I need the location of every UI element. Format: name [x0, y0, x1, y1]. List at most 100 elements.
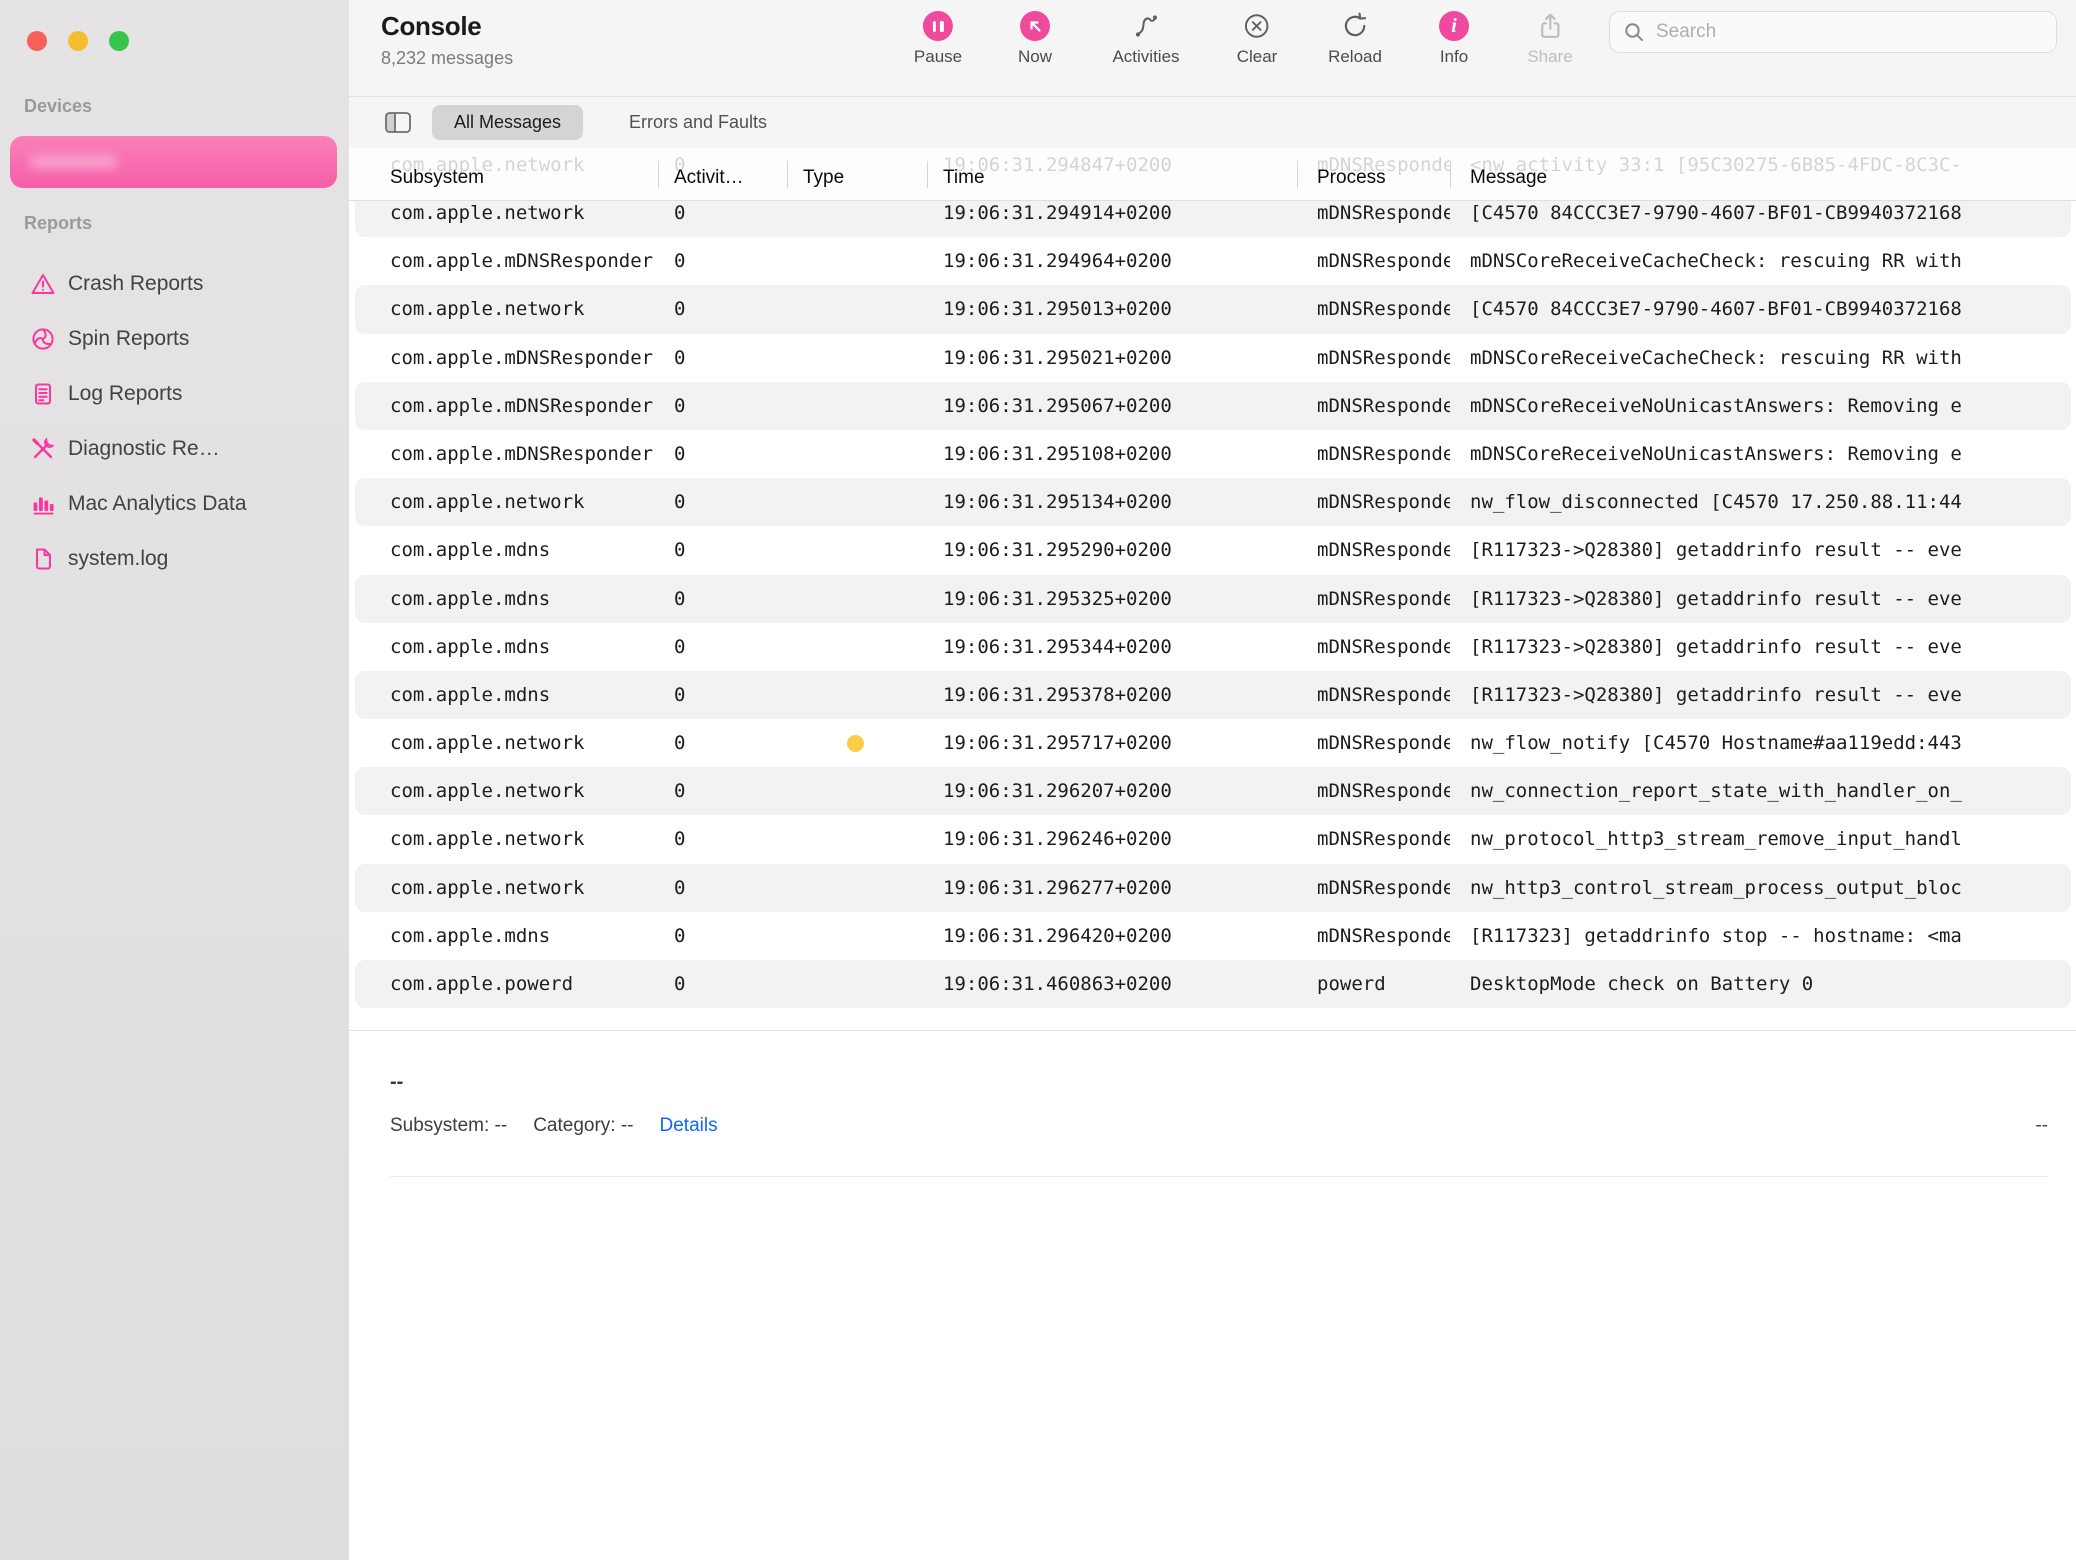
cell-message: [R117323->Q28380] getaddrinfo result -- …	[1450, 526, 2076, 574]
cell-process: mDNSResponder	[1297, 526, 1450, 574]
main-content: Console 8,232 messages Pause Now Activit…	[349, 0, 2076, 1560]
column-divider[interactable]	[787, 161, 788, 188]
cell-subsystem: com.apple.mDNSResponder	[349, 334, 658, 382]
spin-icon	[30, 326, 56, 352]
cell-subsystem: com.apple.mdns	[349, 912, 658, 960]
table-row[interactable]: com.apple.mdns019:06:31.295344+0200mDNSR…	[349, 623, 2076, 671]
reload-icon	[1341, 12, 1369, 40]
cell-process: mDNSResponder	[1297, 575, 1450, 623]
column-header-activity[interactable]: Activit…	[658, 162, 787, 194]
clear-button[interactable]: Clear	[1237, 10, 1278, 67]
cell-process: mDNSResponder	[1297, 430, 1450, 478]
log-document-icon	[30, 381, 56, 407]
sidebar-item-label: Diagnostic Re…	[68, 437, 220, 461]
info-button[interactable]: i Info	[1439, 10, 1469, 67]
details-link[interactable]: Details	[660, 1115, 718, 1137]
cell-activity: 0	[658, 526, 787, 574]
cell-type	[787, 719, 927, 767]
sidebar-item-log-reports[interactable]: Log Reports	[0, 366, 349, 421]
cell-message: mDNSCoreReceiveNoUnicastAnswers: Removin…	[1450, 382, 2076, 430]
cell-message: [C4570 84CCC3E7-9790-4607-BF01-CB9940372…	[1450, 285, 2076, 333]
minimize-window-button[interactable]	[68, 31, 88, 51]
column-header-type[interactable]: Type	[787, 162, 927, 194]
cell-activity: 0	[658, 623, 787, 671]
close-window-button[interactable]	[27, 31, 47, 51]
table-row[interactable]: com.apple.network019:06:31.295134+0200mD…	[349, 478, 2076, 526]
search-field[interactable]	[1609, 11, 2057, 53]
table-row[interactable]: com.apple.mDNSResponder019:06:31.295021+…	[349, 334, 2076, 382]
cell-process: powerd	[1297, 960, 1450, 1008]
column-divider[interactable]	[1450, 161, 1451, 188]
sidebar-item-diagnostic-re[interactable]: Diagnostic Re…	[0, 421, 349, 476]
cell-time: 19:06:31.296420+0200	[927, 912, 1297, 960]
share-button[interactable]: Share	[1527, 10, 1572, 67]
table-row[interactable]: com.apple.mdns019:06:31.295378+0200mDNSR…	[349, 671, 2076, 719]
message-count: 8,232 messages	[381, 48, 513, 69]
cell-message: [R117323->Q28380] getaddrinfo result -- …	[1450, 671, 2076, 719]
sidebar-toggle-button[interactable]	[384, 109, 412, 136]
cell-message: nw_protocol_http3_stream_remove_input_ha…	[1450, 815, 2076, 863]
table-row[interactable]: com.apple.network019:06:31.295013+0200mD…	[349, 285, 2076, 333]
table-row[interactable]: com.apple.network019:06:31.296207+0200mD…	[349, 767, 2076, 815]
clear-icon	[1243, 12, 1271, 40]
column-header-subsystem[interactable]: Subsystem	[349, 162, 658, 194]
sidebar-item-mac-analytics-data[interactable]: Mac Analytics Data	[0, 476, 349, 531]
sidebar-item-system-log[interactable]: system.log	[0, 531, 349, 586]
table-row[interactable]: com.apple.powerd019:06:31.460863+0200pow…	[349, 960, 2076, 1008]
cell-process: mDNSResponder	[1297, 719, 1450, 767]
cell-subsystem: com.apple.mdns	[349, 623, 658, 671]
cell-message: mDNSCoreReceiveCacheCheck: rescuing RR w…	[1450, 237, 2076, 285]
cell-activity: 0	[658, 575, 787, 623]
sidebar-item-crash-reports[interactable]: Crash Reports	[0, 256, 349, 311]
column-header-process[interactable]: Process	[1297, 162, 1450, 194]
log-table: com.apple.network019:06:31.294914+0200mD…	[349, 200, 2076, 1032]
table-row[interactable]: com.apple.mDNSResponder019:06:31.295067+…	[349, 382, 2076, 430]
reload-button[interactable]: Reload	[1328, 10, 1382, 67]
cell-process: mDNSResponder	[1297, 864, 1450, 912]
device-name-redacted: ●●●●●●●●	[30, 150, 115, 174]
cell-type	[787, 237, 927, 285]
table-row[interactable]: com.apple.mdns019:06:31.295290+0200mDNSR…	[349, 526, 2076, 574]
column-divider[interactable]	[658, 161, 659, 188]
table-row[interactable]: com.apple.mDNSResponder019:06:31.294964+…	[349, 237, 2076, 285]
cell-time: 19:06:31.295717+0200	[927, 719, 1297, 767]
cell-activity: 0	[658, 719, 787, 767]
table-row[interactable]: com.apple.mdns019:06:31.296420+0200mDNSR…	[349, 912, 2076, 960]
now-button[interactable]: Now	[1018, 10, 1052, 67]
table-row[interactable]: com.apple.network019:06:31.296246+0200mD…	[349, 815, 2076, 863]
table-row[interactable]: com.apple.network019:06:31.296277+0200mD…	[349, 864, 2076, 912]
tab-all-messages[interactable]: All Messages	[432, 105, 583, 140]
column-divider[interactable]	[1297, 161, 1298, 188]
cell-time: 19:06:31.296246+0200	[927, 815, 1297, 863]
sidebar-toggle-icon	[384, 109, 412, 136]
search-input[interactable]	[1654, 20, 2038, 44]
cell-activity: 0	[658, 864, 787, 912]
pause-button[interactable]: Pause	[914, 10, 962, 67]
cell-type	[787, 382, 927, 430]
sidebar-item-device-selected[interactable]: ●●●●●●●●	[10, 136, 337, 188]
table-row[interactable]: com.apple.mDNSResponder019:06:31.295108+…	[349, 430, 2076, 478]
cell-message: nw_http3_control_stream_process_output_b…	[1450, 864, 2076, 912]
cell-type	[787, 767, 927, 815]
yellow-dot-icon	[847, 735, 864, 752]
cell-process: mDNSResponder	[1297, 200, 1450, 237]
detail-pane: -- Subsystem: -- Category: -- Details --	[349, 1031, 2076, 1560]
column-divider[interactable]	[927, 161, 928, 188]
column-header-time[interactable]: Time	[927, 162, 1297, 194]
sidebar-item-spin-reports[interactable]: Spin Reports	[0, 311, 349, 366]
detail-inner-divider	[390, 1176, 2048, 1177]
column-header-message[interactable]: Message	[1450, 162, 2076, 194]
cell-process: mDNSResponder	[1297, 334, 1450, 382]
cell-message: [R117323->Q28380] getaddrinfo result -- …	[1450, 623, 2076, 671]
zoom-window-button[interactable]	[109, 31, 129, 51]
table-row[interactable]: com.apple.network019:06:31.294914+0200mD…	[349, 200, 2076, 237]
activities-button[interactable]: Activities	[1112, 10, 1179, 67]
pause-icon	[923, 11, 953, 41]
devices-section-label: Devices	[24, 96, 92, 117]
cell-type	[787, 285, 927, 333]
tab-errors-and-faults[interactable]: Errors and Faults	[611, 105, 785, 140]
cell-time: 19:06:31.295325+0200	[927, 575, 1297, 623]
table-row[interactable]: com.apple.network019:06:31.295717+0200mD…	[349, 719, 2076, 767]
table-row[interactable]: com.apple.mdns019:06:31.295325+0200mDNSR…	[349, 575, 2076, 623]
cell-time: 19:06:31.295344+0200	[927, 623, 1297, 671]
